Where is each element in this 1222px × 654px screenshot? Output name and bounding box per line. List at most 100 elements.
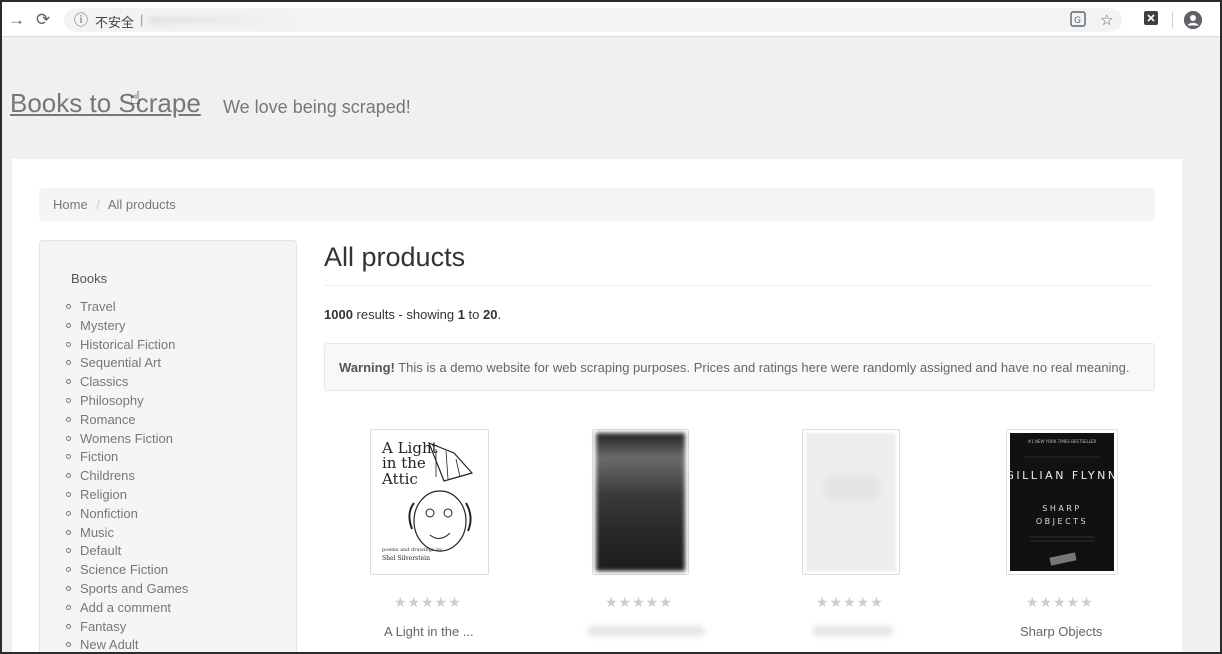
results-count: 1000 <box>324 307 353 322</box>
site-title-link[interactable]: Books to Scrape <box>10 88 201 119</box>
category-item[interactable]: Sequential Art <box>66 354 188 373</box>
breadcrumb-home-link[interactable]: Home <box>53 197 88 212</box>
list-bullet-icon <box>66 529 71 535</box>
category-label[interactable]: Romance <box>80 412 136 427</box>
category-item[interactable]: Mystery <box>66 317 188 336</box>
browser-toolbar: → ⟳ ⓘ 不安全 | G ☆ <box>2 2 1220 37</box>
forward-arrow-icon[interactable]: → <box>8 10 25 30</box>
product-cover-image[interactable]: #1 NEW YORK TIMES BESTSELLER GILLIAN FLY… <box>1005 429 1118 575</box>
list-bullet-icon <box>66 604 71 610</box>
url-caret: | <box>140 12 144 27</box>
product-title-redacted[interactable] <box>812 626 894 636</box>
list-bullet-icon <box>66 341 71 347</box>
category-label[interactable]: Default <box>80 543 121 558</box>
page-container: Home / All products Books Travel Mystery… <box>12 159 1182 652</box>
category-item[interactable]: Default <box>66 542 188 561</box>
category-item[interactable]: Add a comment <box>66 599 188 618</box>
cover-top-text: #1 NEW YORK TIMES BESTSELLER <box>1028 439 1097 444</box>
list-bullet-icon <box>66 398 71 404</box>
category-label[interactable]: Childrens <box>80 468 135 483</box>
list-bullet-icon <box>66 492 71 498</box>
cover-author: Shel Silverstein <box>382 555 430 562</box>
cover-author-small: poems and drawings by <box>382 547 442 553</box>
category-item[interactable]: Childrens <box>66 467 188 486</box>
browser-window: → ⟳ ⓘ 不安全 | G ☆ Books to Scrape ☝ We lov… <box>0 0 1222 654</box>
category-label[interactable]: Classics <box>80 374 128 389</box>
hand-cursor-icon: ☝ <box>130 88 141 108</box>
bookmark-star-icon[interactable]: ☆ <box>1100 11 1113 29</box>
category-item[interactable]: Nonfiction <box>66 505 188 524</box>
product-cover-image[interactable] <box>592 429 689 575</box>
product-title-redacted[interactable] <box>587 626 705 636</box>
blurred-cover <box>596 433 685 571</box>
profile-avatar-icon[interactable] <box>1184 11 1202 29</box>
results-to: 20 <box>483 307 498 322</box>
category-label[interactable]: Music <box>80 525 114 540</box>
category-item[interactable]: Science Fiction <box>66 561 188 580</box>
list-bullet-icon <box>66 454 71 460</box>
title-divider <box>324 285 1152 286</box>
category-item[interactable]: Fiction <box>66 448 188 467</box>
product-cover-image[interactable] <box>802 429 900 575</box>
category-item[interactable]: Travel <box>66 298 188 317</box>
list-bullet-icon <box>66 548 71 554</box>
page-title: All products <box>324 242 466 272</box>
category-item[interactable]: Fantasy <box>66 618 188 637</box>
extension-icon[interactable] <box>1144 10 1158 30</box>
category-label[interactable]: Travel <box>80 299 116 314</box>
category-label[interactable]: Science Fiction <box>80 562 168 577</box>
category-label[interactable]: Sports and Games <box>80 581 188 596</box>
info-icon[interactable]: ⓘ <box>74 10 88 30</box>
category-item[interactable]: Womens Fiction <box>66 430 188 449</box>
warning-label: Warning! <box>339 360 395 375</box>
breadcrumb-current: All products <box>107 197 176 212</box>
category-label[interactable]: Historical Fiction <box>80 337 175 352</box>
translate-icon[interactable]: G <box>1070 11 1086 31</box>
category-label[interactable]: Add a comment <box>80 600 171 615</box>
category-item[interactable]: Philosophy <box>66 392 188 411</box>
product-title-link[interactable]: A Light in the ... <box>384 624 474 639</box>
product-cover-image[interactable]: A Light in the Attic poems and drawings … <box>370 429 489 575</box>
site-tagline: We love being scraped! <box>223 97 411 117</box>
category-sidebar: Books Travel Mystery Historical Fiction … <box>39 240 297 652</box>
list-bullet-icon <box>66 473 71 479</box>
results-to-word: to <box>464 307 483 322</box>
category-item[interactable]: Romance <box>66 411 188 430</box>
results-end: . <box>497 307 502 322</box>
list-bullet-icon <box>66 567 71 573</box>
category-item[interactable]: Religion <box>66 486 188 505</box>
category-label[interactable]: New Adult <box>80 637 139 652</box>
list-bullet-icon <box>66 586 71 592</box>
category-item[interactable]: Historical Fiction <box>66 336 188 355</box>
category-label[interactable]: Sequential Art <box>80 355 161 370</box>
category-label[interactable]: Fiction <box>80 449 118 464</box>
product-title-link[interactable]: Sharp Objects <box>1020 624 1102 639</box>
category-label[interactable]: Philosophy <box>80 393 144 408</box>
url-text-redacted[interactable] <box>148 16 288 25</box>
results-text: results - showing <box>352 307 458 322</box>
list-bullet-icon <box>66 360 71 366</box>
address-bar[interactable]: ⓘ 不安全 | G ☆ <box>64 8 1122 32</box>
blurred-cover <box>806 433 896 571</box>
category-label[interactable]: Nonfiction <box>80 506 138 521</box>
sidebar-books-link[interactable]: Books <box>71 271 107 286</box>
svg-text:G: G <box>1074 16 1081 26</box>
list-bullet-icon <box>66 623 71 629</box>
reload-icon[interactable]: ⟳ <box>36 10 50 30</box>
category-item[interactable]: Music <box>66 524 188 543</box>
category-item[interactable]: New Adult <box>66 636 188 652</box>
breadcrumb-separator: / <box>96 197 100 212</box>
category-item[interactable]: Classics <box>66 373 188 392</box>
category-label[interactable]: Religion <box>80 487 127 502</box>
cover-author: GILLIAN FLYNN <box>1010 469 1114 482</box>
page-scrollbar[interactable] <box>1200 38 1220 652</box>
category-label[interactable]: Fantasy <box>80 619 126 634</box>
cover-title-line: SHARP <box>1042 504 1081 513</box>
cover-title-line: Attic <box>381 470 418 488</box>
category-label[interactable]: Womens Fiction <box>80 431 173 446</box>
category-item[interactable]: Sports and Games <box>66 580 188 599</box>
star-rating: ★★★★★ <box>816 594 884 610</box>
security-status-label: 不安全 <box>95 15 135 30</box>
category-label[interactable]: Mystery <box>80 318 126 333</box>
list-bullet-icon <box>66 322 71 328</box>
